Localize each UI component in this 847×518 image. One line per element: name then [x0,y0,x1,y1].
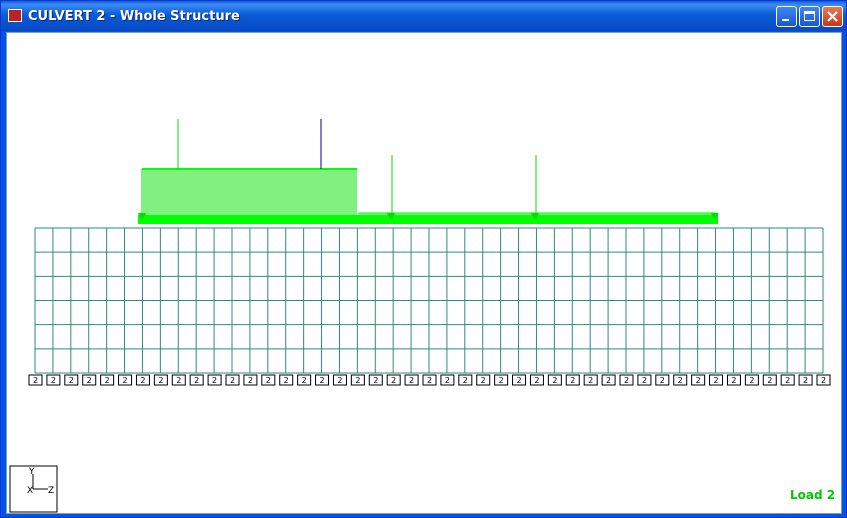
load-case-label: Load 2 [790,488,836,502]
load-diagram [138,119,719,224]
support-tag-label: 2 [51,376,56,385]
support-tag-label: 2 [481,376,486,385]
support-tag-label: 2 [409,376,414,385]
support-tag-label: 2 [248,376,253,385]
support-tag-label: 2 [463,376,468,385]
maximize-icon [804,11,815,21]
structure-viewport[interactable]: 2 2 2 2 2 2 2 2 2 2 2 2 2 2 2 2 2 2 2 2 2 2 2 2 2 2 2 2 2 2 2 2 2 2 2 2 2 2 2 2… [6,32,842,514]
support-tag-label: 2 [767,376,772,385]
support-tag-label: 2 [158,376,163,385]
support-tag-label: 2 [176,376,181,385]
support-tag-label: 2 [373,376,378,385]
support-tag-label: 2 [105,376,110,385]
support-tag-label: 2 [33,376,38,385]
support-tag-label: 2 [427,376,432,385]
support-tag-label: 2 [122,376,127,385]
support-tag-label: 2 [713,376,718,385]
app-icon[interactable] [8,9,22,22]
support-tag-label: 2 [140,376,145,385]
support-tag-label: 2 [445,376,450,385]
support-tag-label: 2 [588,376,593,385]
close-icon [827,11,838,22]
support-tag-label: 2 [499,376,504,385]
support-row: 2 2 2 2 2 2 2 2 2 2 2 2 2 2 2 2 2 2 2 2 2 2 2 2 2 2 2 2 2 2 2 2 2 2 2 2 2 2 2 2… [28,374,831,386]
z-axis-label: Z [48,486,54,496]
support-tag-label: 2 [660,376,665,385]
support-tag-label: 2 [570,376,575,385]
axis-triad: YX Z [9,465,58,513]
support-tag-label: 2 [606,376,611,385]
support-tag-label: 2 [552,376,557,385]
support-tag-label: 2 [319,376,324,385]
close-button[interactable] [822,6,843,27]
support-tag-label: 2 [749,376,754,385]
support-tag-label: 2 [302,376,307,385]
window-title: CULVERT 2 - Whole Structure [28,9,240,24]
support-tag-label: 2 [678,376,683,385]
support-tag-label: 2 [803,376,808,385]
finite-element-mesh [34,227,824,374]
support-tag-label: 2 [731,376,736,385]
support-tag-label: 2 [516,376,521,385]
maximize-button[interactable] [799,6,820,27]
support-tag-label: 2 [194,376,199,385]
support-tag-label: 2 [785,376,790,385]
minimize-icon [782,19,789,21]
support-tag-label: 2 [642,376,647,385]
structure-drawing[interactable]: 2 2 2 2 2 2 2 2 2 2 2 2 2 2 2 2 2 2 2 2 2 2 2 2 2 2 2 2 2 2 2 2 2 2 2 2 2 2 2 2… [7,33,841,513]
support-tag-label: 2 [266,376,271,385]
support-tag-label: 2 [696,376,701,385]
support-tag-label: 2 [230,376,235,385]
support-tag-label: 2 [624,376,629,385]
title-bar[interactable]: CULVERT 2 - Whole Structure [1,1,846,31]
support-tag-label: 2 [534,376,539,385]
load-base [138,215,718,224]
support-tag-label: 2 [337,376,342,385]
support-tag-label: 2 [821,376,826,385]
minimize-button[interactable] [776,6,797,27]
x-axis-label: X [27,486,33,496]
support-tag-label: 2 [355,376,360,385]
y-axis-label: Y [28,467,35,477]
support-tag-label: 2 [284,376,289,385]
application-window: CULVERT 2 - Whole Structure 222222222222… [0,0,847,518]
support-tag-label: 2 [391,376,396,385]
support-tag-label: 2 [212,376,217,385]
support-tag-label: 2 [69,376,74,385]
support-tag-label: 2 [87,376,92,385]
